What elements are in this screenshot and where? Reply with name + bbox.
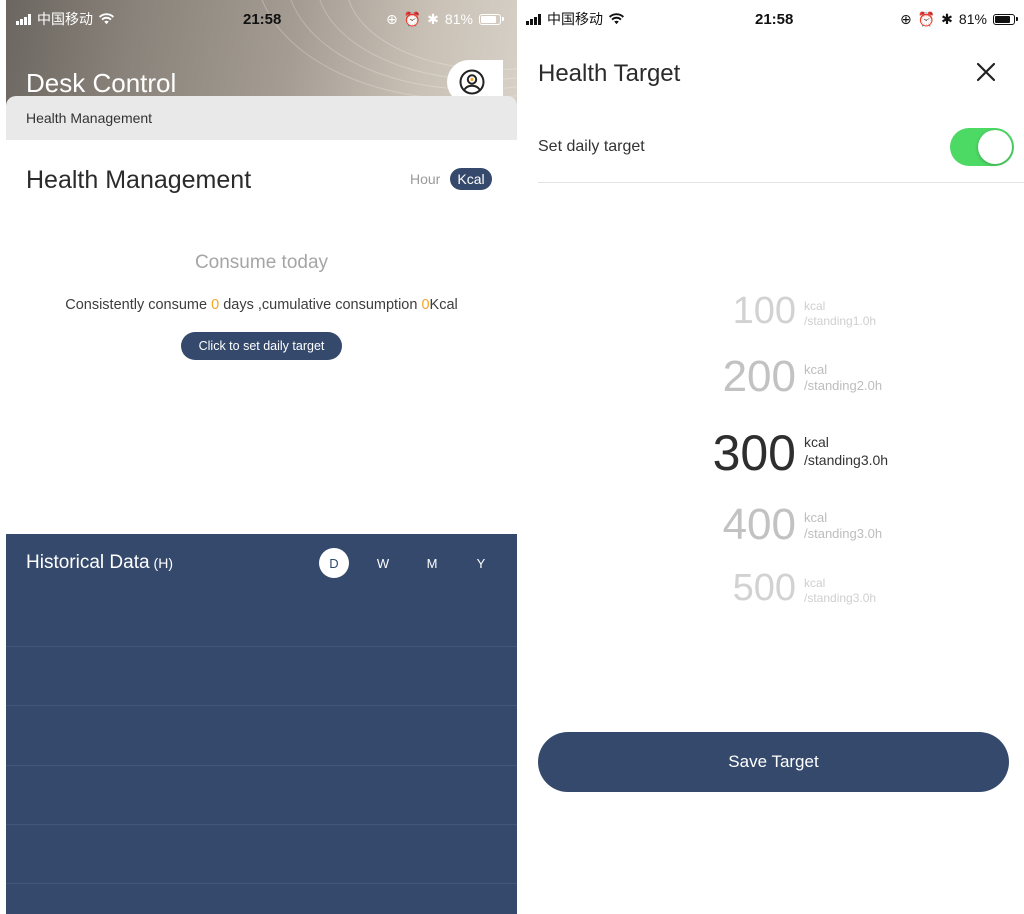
picker-unit-kcal: kcal bbox=[804, 434, 829, 450]
grid-line bbox=[6, 883, 517, 884]
picker-value: 500 bbox=[732, 567, 796, 609]
consume-days-value: 0 bbox=[211, 297, 220, 313]
carrier-label: 中国移动 bbox=[547, 11, 603, 27]
period-year-button[interactable]: Y bbox=[466, 548, 496, 578]
close-icon[interactable] bbox=[974, 60, 998, 84]
historical-data-title: Historical Data (H) bbox=[26, 552, 173, 574]
alarm-icon: ⏰ bbox=[917, 10, 936, 27]
picker-value: 100 bbox=[732, 290, 796, 332]
picker-unit-sub: /standing3.0h bbox=[804, 526, 883, 542]
alarm-icon: ⏰ bbox=[403, 10, 422, 27]
historical-data-panel: Historical Data (H) D W M Y bbox=[6, 534, 517, 914]
signal-icon bbox=[16, 13, 31, 25]
grid-line bbox=[6, 824, 517, 825]
battery-percent: 81% bbox=[958, 11, 987, 27]
unit-toggle: Hour Kcal bbox=[410, 168, 492, 190]
grid-line bbox=[6, 705, 517, 706]
user-icon bbox=[459, 69, 485, 95]
consume-total-value: 0 bbox=[421, 297, 430, 313]
grid-line bbox=[6, 765, 517, 766]
picker-item[interactable]: 100 kcal/standing1.0h bbox=[522, 288, 1024, 348]
carrier-label: 中国移动 bbox=[37, 11, 93, 27]
picker-value: 200 bbox=[722, 352, 796, 401]
picker-unit: kcal/standing3.0h bbox=[804, 510, 882, 543]
picker-item-selected[interactable]: 300 kcal/standing3.0h bbox=[522, 422, 1024, 482]
picker-unit-sub: /standing1.0h bbox=[804, 314, 877, 328]
bluetooth-icon: ✱ bbox=[427, 10, 439, 27]
unit-hour-option[interactable]: Hour bbox=[410, 171, 440, 187]
picker-unit-kcal: kcal bbox=[804, 362, 828, 377]
wifi-icon bbox=[99, 13, 114, 25]
health-target-title: Health Target bbox=[538, 60, 681, 87]
unit-kcal-option[interactable]: Kcal bbox=[450, 168, 492, 190]
battery-icon bbox=[992, 13, 1018, 25]
picker-unit: kcal/standing2.0h bbox=[804, 362, 882, 395]
picker-unit-sub: /standing3.0h bbox=[804, 591, 877, 605]
picker-unit-kcal: kcal bbox=[804, 510, 828, 525]
picker-item[interactable]: 500 kcal/standing3.0h bbox=[522, 565, 1024, 625]
status-bar-time: 21:58 bbox=[755, 10, 794, 28]
picker-value: 400 bbox=[722, 500, 796, 549]
health-title: Health Management bbox=[26, 166, 252, 194]
status-bar-left: 中国移动 bbox=[16, 9, 114, 29]
picker-item[interactable]: 400 kcal/standing3.0h bbox=[522, 498, 1024, 558]
picker-unit: kcal/standing1.0h bbox=[804, 299, 876, 329]
left-screen: 中国移动 21:58 ⊕ ⏰ ✱ 81% Desk Control Health… bbox=[6, 0, 517, 914]
toggle-knob bbox=[978, 130, 1012, 164]
historical-data-label: Historical Data bbox=[26, 552, 150, 573]
picker-unit-kcal: kcal bbox=[804, 576, 826, 590]
wifi-icon bbox=[609, 13, 624, 25]
picker-value: 300 bbox=[712, 425, 796, 481]
picker-item[interactable]: 200 kcal/standing2.0h bbox=[522, 350, 1024, 410]
status-bar-left: 中国移动 bbox=[526, 9, 624, 29]
period-week-button[interactable]: W bbox=[368, 548, 398, 578]
daily-target-toggle[interactable] bbox=[950, 128, 1014, 166]
status-bar-right: ⊕ ⏰ ✱ 81% bbox=[900, 9, 1018, 29]
picker-unit-sub: /standing2.0h bbox=[804, 378, 883, 394]
set-daily-target-button[interactable]: Click to set daily target bbox=[181, 332, 342, 360]
picker-unit-kcal: kcal bbox=[804, 299, 826, 313]
period-day-button[interactable]: D bbox=[319, 548, 349, 578]
battery-icon bbox=[478, 13, 504, 25]
status-bar-time: 21:58 bbox=[243, 10, 282, 28]
divider bbox=[538, 182, 1024, 183]
consume-summary: Consistently consume 0 days ,cumulative … bbox=[6, 297, 517, 313]
grid-line bbox=[6, 646, 517, 647]
set-daily-target-label: Set daily target bbox=[538, 138, 645, 155]
status-bar-right: ⊕ ⏰ ✱ 81% bbox=[386, 9, 504, 29]
battery-percent: 81% bbox=[444, 11, 473, 27]
save-target-button[interactable]: Save Target bbox=[538, 732, 1009, 792]
right-screen: 中国移动 21:58 ⊕ ⏰ ✱ 81% Health Target Set d… bbox=[522, 0, 1024, 914]
consume-today-label: Consume today bbox=[194, 252, 329, 273]
historical-data-unit: (H) bbox=[153, 555, 173, 571]
consume-mid: days ,cumulative consumption bbox=[219, 297, 422, 313]
section-tab[interactable]: Health Management bbox=[6, 96, 517, 140]
picker-unit: kcal/standing3.0h bbox=[804, 434, 888, 469]
consume-prefix: Consistently consume bbox=[65, 297, 212, 313]
picker-unit: kcal/standing3.0h bbox=[804, 576, 876, 606]
period-month-button[interactable]: M bbox=[417, 548, 447, 578]
app-title: Desk Control bbox=[26, 68, 177, 98]
consume-suffix: Kcal bbox=[429, 297, 458, 313]
tab-health-management: Health Management bbox=[26, 110, 153, 126]
rotation-lock-icon: ⊕ bbox=[900, 10, 912, 27]
picker-unit-sub: /standing3.0h bbox=[804, 451, 889, 468]
bluetooth-icon: ✱ bbox=[941, 10, 953, 27]
rotation-lock-icon: ⊕ bbox=[386, 10, 398, 27]
signal-icon bbox=[526, 13, 541, 25]
